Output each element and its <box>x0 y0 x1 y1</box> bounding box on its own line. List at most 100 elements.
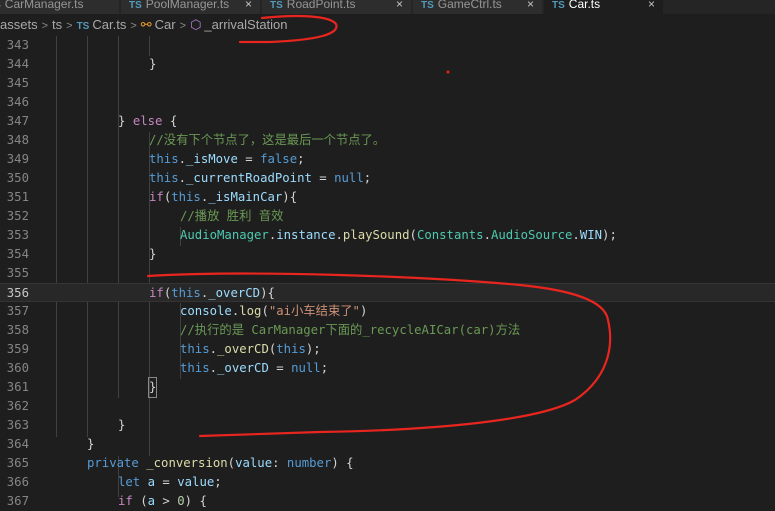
code-line: 348 //没有下个节点了，这是最后一个节点了。 <box>0 131 775 150</box>
code-text: } <box>149 247 157 261</box>
code-text: } else { <box>118 114 178 128</box>
code-line: 358 //执行的是 CarManager下面的_recycleAICar(car… <box>0 321 775 340</box>
line-number: 351 <box>6 190 29 204</box>
line-number: 348 <box>6 133 29 147</box>
close-icon[interactable]: × <box>396 0 403 14</box>
code-text: this._currentRoadPoint = null; <box>149 171 372 185</box>
tab-poolmanager[interactable]: TS PoolManager.ts × <box>121 0 261 14</box>
code-text: this._isMove = false; <box>149 152 305 166</box>
code-line: 357 console.log("ai小车结束了") <box>0 302 775 321</box>
code-line: 355 <box>0 264 775 283</box>
line-number: 344 <box>6 57 29 71</box>
current-line: 356 if(this._overCD){ <box>0 283 775 302</box>
line-number: 365 <box>6 456 29 470</box>
tab-label: PoolManager.ts <box>145 0 230 11</box>
typescript-icon: TS <box>552 0 565 11</box>
code-text: } <box>87 437 95 451</box>
code-line: 364} <box>0 435 775 454</box>
line-number: 356 <box>6 286 29 300</box>
line-number: 355 <box>6 266 29 280</box>
code-text: } <box>149 57 157 71</box>
code-line: 345 <box>0 74 775 93</box>
code-line: 359 this._overCD(this); <box>0 340 775 359</box>
typescript-icon: TS <box>0 0 1 11</box>
line-number: 363 <box>6 418 29 432</box>
tab-label: Car.ts <box>568 0 601 11</box>
code-text: console.log("ai小车结束了") <box>180 304 368 318</box>
matching-bracket: } <box>147 377 158 398</box>
typescript-icon: TS <box>129 0 142 11</box>
breadcrumb-item-ts[interactable]: ts <box>52 14 62 36</box>
code-text: let a = value; <box>118 475 222 489</box>
tab-label: RoadPoint.ts <box>286 0 356 11</box>
typescript-icon: TS <box>270 0 283 11</box>
typescript-icon: TS <box>421 0 434 11</box>
line-number: 364 <box>6 437 29 451</box>
tab-bar: TSCarManager.ts TSPoolManager.ts × TSRoa… <box>0 0 775 14</box>
code-line: 352 //播放 胜利 音效 <box>0 207 775 226</box>
line-number: 353 <box>6 228 29 242</box>
tab-car[interactable]: TS Car.ts × <box>544 0 664 14</box>
chevron-right-icon: > <box>130 20 137 32</box>
tab-carmanager[interactable]: TSCarManager.ts <box>0 0 120 14</box>
breadcrumb-item-file[interactable]: Car.ts <box>92 14 126 36</box>
code-line: 351 if(this._isMainCar){ <box>0 188 775 207</box>
breadcrumb-item-assets[interactable]: assets <box>0 14 38 36</box>
code-line: 343 <box>0 36 775 55</box>
code-line: 344} <box>0 55 775 74</box>
code-line: 367 if (a > 0) { <box>0 492 775 511</box>
class-icon: ⚯ <box>140 17 152 32</box>
tab-label: GameCtrl.ts <box>437 0 502 11</box>
tab-gamectrl[interactable]: TS GameCtrl.ts × <box>413 0 543 14</box>
code-text: this._overCD = null; <box>180 361 329 375</box>
chevron-right-icon: > <box>41 20 49 32</box>
line-number: 361 <box>6 380 29 394</box>
code-text: if (a > 0) { <box>118 494 207 508</box>
line-number: 354 <box>6 247 29 261</box>
line-number: 366 <box>6 475 29 489</box>
tab-label: CarManager.ts <box>4 0 84 11</box>
code-text: if(this._isMainCar){ <box>149 190 298 204</box>
tab-roadpoint[interactable]: TS RoadPoint.ts × <box>262 0 412 14</box>
line-number: 357 <box>6 304 29 318</box>
comment: //播放 胜利 音效 <box>180 209 284 223</box>
line-number: 349 <box>6 152 29 166</box>
cube-icon: ⬡ <box>190 17 202 32</box>
code-text: private _conversion(value: number) { <box>87 456 354 470</box>
code-line: 360 this._overCD = null; <box>0 359 775 378</box>
line-number: 367 <box>6 494 29 508</box>
code-line: 366 let a = value; <box>0 473 775 492</box>
chevron-right-icon: > <box>179 20 187 32</box>
comment: //没有下个节点了，这是最后一个节点了。 <box>149 133 386 147</box>
code-text: AudioManager.instance.playSound(Constant… <box>180 228 617 242</box>
code-line: 353 AudioManager.instance.playSound(Const… <box>0 226 775 245</box>
code-line: 354} <box>0 245 775 264</box>
line-number: 359 <box>6 342 29 356</box>
comment: //执行的是 CarManager下面的_recycleAICar(car)方法 <box>180 323 521 337</box>
typescript-icon: TS <box>76 21 90 32</box>
code-line: 346 <box>0 93 775 112</box>
chevron-right-icon: > <box>66 20 73 32</box>
code-line: 347 } else { <box>0 112 775 131</box>
code-editor[interactable]: 343 344} 345 346 347 } else { 348 //没有下个节点… <box>0 36 775 508</box>
code-line: 363} <box>0 416 775 435</box>
breadcrumb: assets > ts > TS Car.ts > ⚯ Car > ⬡ _arrivalStation <box>0 14 775 36</box>
line-number: 362 <box>6 399 29 413</box>
close-icon[interactable]: × <box>648 0 655 14</box>
close-icon[interactable]: × <box>245 0 252 14</box>
code-text: if(this._overCD){ <box>149 286 275 300</box>
line-number: 347 <box>6 114 29 128</box>
code-text: } <box>118 418 126 432</box>
line-number: 343 <box>6 38 29 52</box>
line-number: 346 <box>6 95 29 109</box>
breadcrumb-item-class[interactable]: Car <box>155 14 176 36</box>
breadcrumb-item-member[interactable]: _arrivalStation <box>204 14 287 36</box>
code-line: 349 this._isMove = false; <box>0 150 775 169</box>
code-text: this._overCD(this); <box>180 342 321 356</box>
line-number: 360 <box>6 361 29 375</box>
code-line: 361} <box>0 377 775 398</box>
line-number: 350 <box>6 171 29 185</box>
close-icon[interactable]: × <box>527 0 534 14</box>
line-number: 352 <box>6 209 29 223</box>
line-number: 345 <box>6 76 29 90</box>
